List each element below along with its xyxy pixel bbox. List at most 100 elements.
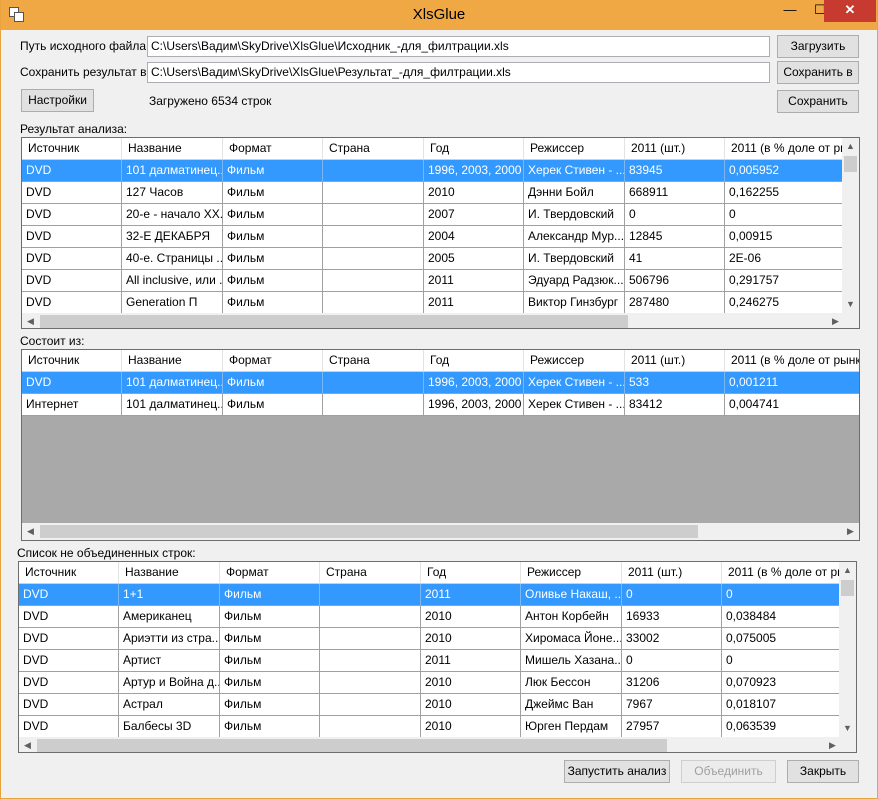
cell-year[interactable]: 2010 <box>421 628 521 650</box>
cell-units-2011[interactable]: 668911 <box>625 182 725 204</box>
cell-year[interactable]: 2010 <box>421 672 521 694</box>
column-header-format[interactable]: Формат <box>223 138 323 160</box>
table-row[interactable]: Интернет 101 далматинец... Фильм 1996, 2003… <box>22 394 859 416</box>
cell-units-2011[interactable]: 7967 <box>622 694 722 716</box>
cell-director[interactable]: Дэнни Бойл <box>524 182 625 204</box>
column-header-units-2011[interactable]: 2011 (шт.) <box>625 350 725 372</box>
cell-country[interactable] <box>323 160 424 182</box>
cell-format[interactable]: Фильм <box>223 292 323 313</box>
cell-share-2011[interactable]: 0,018107 <box>722 694 841 716</box>
cell-country[interactable] <box>323 204 424 226</box>
column-header-director[interactable]: Режиссер <box>524 138 625 160</box>
cell-title[interactable]: 101 далматинец... <box>122 160 223 182</box>
column-header-format[interactable]: Формат <box>220 562 320 584</box>
cell-source[interactable]: DVD <box>22 270 122 292</box>
cell-source[interactable]: DVD <box>19 628 119 650</box>
cell-source[interactable]: DVD <box>19 606 119 628</box>
cell-director[interactable]: Мишель Хазана... <box>521 650 622 672</box>
scroll-up-icon[interactable]: ▲ <box>839 562 856 579</box>
cell-director[interactable]: Антон Корбейн <box>521 606 622 628</box>
cell-format[interactable]: Фильм <box>220 628 320 650</box>
cell-year[interactable]: 2010 <box>421 716 521 737</box>
unmerged-vertical-scrollbar[interactable]: ▲ ▼ <box>839 562 856 737</box>
cell-title[interactable]: Артист <box>119 650 220 672</box>
cell-source[interactable]: DVD <box>22 226 122 248</box>
table-row[interactable]: DVD 1+1 Фильм 2011 Оливье Накаш, ... 0 0 <box>19 584 841 606</box>
cell-units-2011[interactable]: 27957 <box>622 716 722 737</box>
consists-horizontal-scrollbar[interactable]: ◀ ▶ <box>22 523 859 540</box>
cell-units-2011[interactable]: 31206 <box>622 672 722 694</box>
column-header-country[interactable]: Страна <box>323 350 424 372</box>
cell-units-2011[interactable]: 506796 <box>625 270 725 292</box>
cell-share-2011[interactable]: 0 <box>722 650 841 672</box>
table-row[interactable]: DVD 40-е. Страницы ... Фильм 2005 И. Твердов… <box>22 248 844 270</box>
cell-country[interactable] <box>320 628 421 650</box>
run-analysis-button[interactable]: Запустить анализ <box>564 760 670 783</box>
cell-share-2011[interactable]: 0,063539 <box>722 716 841 737</box>
cell-year[interactable]: 2005 <box>424 248 524 270</box>
cell-source[interactable]: DVD <box>22 292 122 313</box>
column-header-source[interactable]: Источник <box>19 562 119 584</box>
cell-director[interactable]: Александр Мур... <box>524 226 625 248</box>
scroll-thumb[interactable] <box>40 525 698 538</box>
cell-format[interactable]: Фильм <box>223 160 323 182</box>
cell-format[interactable]: Фильм <box>220 606 320 628</box>
cell-format[interactable]: Фильм <box>223 248 323 270</box>
cell-units-2011[interactable]: 33002 <box>622 628 722 650</box>
column-header-year[interactable]: Год <box>421 562 521 584</box>
title-bar[interactable]: XlsGlue — ☐ ✕ <box>1 0 877 30</box>
cell-share-2011[interactable]: 0,004741 <box>725 394 859 416</box>
table-row[interactable]: DVD 20-е - начало XX... Фильм 2007 И. Твердо… <box>22 204 844 226</box>
cell-share-2011[interactable]: 2E-06 <box>725 248 844 270</box>
cell-title[interactable]: 20-е - начало XX... <box>122 204 223 226</box>
cell-source[interactable]: DVD <box>22 372 122 394</box>
cell-country[interactable] <box>323 270 424 292</box>
cell-share-2011[interactable]: 0,00915 <box>725 226 844 248</box>
cell-share-2011[interactable]: 0,038484 <box>722 606 841 628</box>
cell-director[interactable]: Юрген Пердам <box>521 716 622 737</box>
table-row[interactable]: DVD Артист Фильм 2011 Мишель Хазана... 0 0 <box>19 650 841 672</box>
column-header-year[interactable]: Год <box>424 350 524 372</box>
cell-year[interactable]: 1996, 2003, 2000 <box>424 372 524 394</box>
save-to-field[interactable]: C:\Users\Вадим\SkyDrive\XlsGlue\Результа… <box>147 62 770 83</box>
cell-share-2011[interactable]: 0 <box>722 584 841 606</box>
column-header-title[interactable]: Название <box>122 350 223 372</box>
cell-title[interactable]: All inclusive, или ... <box>122 270 223 292</box>
cell-units-2011[interactable]: 287480 <box>625 292 725 313</box>
cell-country[interactable] <box>320 650 421 672</box>
column-header-source[interactable]: Источник <box>22 350 122 372</box>
cell-director[interactable]: Оливье Накаш, ... <box>521 584 622 606</box>
result-vertical-scrollbar[interactable]: ▲ ▼ <box>842 138 859 313</box>
cell-format[interactable]: Фильм <box>220 584 320 606</box>
column-header-units-2011[interactable]: 2011 (шт.) <box>625 138 725 160</box>
save-button[interactable]: Сохранить <box>777 90 859 113</box>
cell-format[interactable]: Фильм <box>220 694 320 716</box>
scroll-left-icon[interactable]: ◀ <box>19 737 36 752</box>
cell-director[interactable]: Хиромаса Йоне... <box>521 628 622 650</box>
cell-share-2011[interactable]: 0,005952 <box>725 160 844 182</box>
cell-year[interactable]: 2004 <box>424 226 524 248</box>
cell-year[interactable]: 1996, 2003, 2000 <box>424 160 524 182</box>
table-row[interactable]: DVD Астрал Фильм 2010 Джеймс Ван 7967 0,018107 <box>19 694 841 716</box>
scroll-up-icon[interactable]: ▲ <box>842 138 859 155</box>
cell-units-2011[interactable]: 0 <box>622 650 722 672</box>
cell-country[interactable] <box>323 226 424 248</box>
cell-year[interactable]: 2010 <box>421 694 521 716</box>
cell-country[interactable] <box>323 372 424 394</box>
cell-format[interactable]: Фильм <box>223 372 323 394</box>
cell-title[interactable]: Балбесы 3D <box>119 716 220 737</box>
cell-year[interactable]: 1996, 2003, 2000 <box>424 394 524 416</box>
cell-source[interactable]: DVD <box>22 160 122 182</box>
cell-units-2011[interactable]: 533 <box>625 372 725 394</box>
column-header-format[interactable]: Формат <box>223 350 323 372</box>
cell-format[interactable]: Фильм <box>223 394 323 416</box>
cell-director[interactable]: Джеймс Ван <box>521 694 622 716</box>
cell-format[interactable]: Фильм <box>223 226 323 248</box>
cell-year[interactable]: 2011 <box>421 650 521 672</box>
cell-year[interactable]: 2011 <box>424 292 524 313</box>
column-header-country[interactable]: Страна <box>320 562 421 584</box>
cell-year[interactable]: 2011 <box>421 584 521 606</box>
cell-units-2011[interactable]: 83945 <box>625 160 725 182</box>
scroll-thumb[interactable] <box>844 156 857 172</box>
cell-source[interactable]: DVD <box>19 650 119 672</box>
